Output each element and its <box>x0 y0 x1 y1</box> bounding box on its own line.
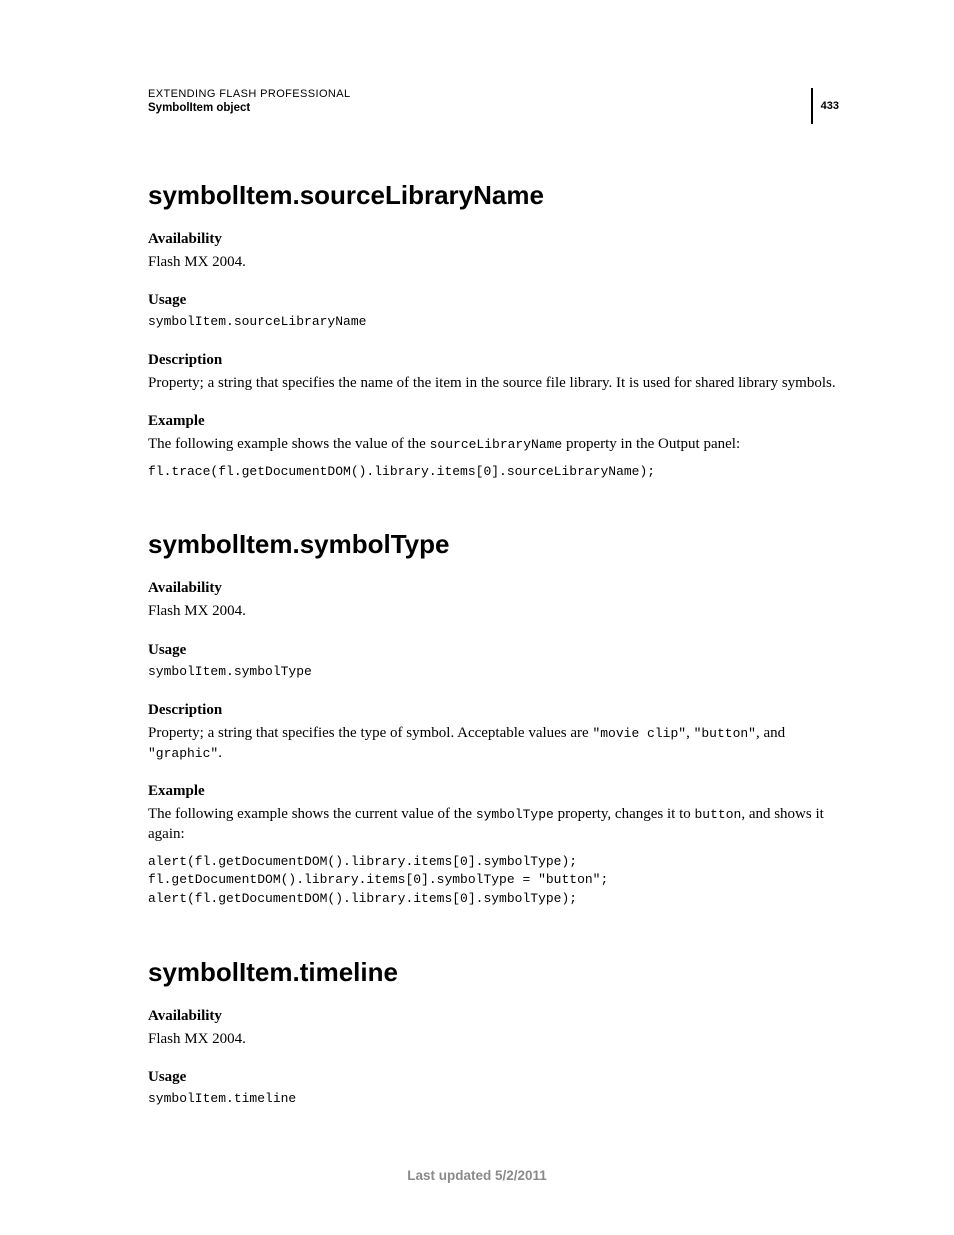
example-intro-post: property in the Output panel: <box>562 436 740 452</box>
desc-mid: , <box>686 725 694 741</box>
document-page: EXTENDING FLASH PROFESSIONAL SymbolItem … <box>0 0 954 1235</box>
example-intro-pre: The following example shows the current … <box>148 806 476 822</box>
page-header: EXTENDING FLASH PROFESSIONAL SymbolItem … <box>148 88 839 124</box>
desc-pre: Property; a string that specifies the ty… <box>148 725 592 741</box>
doc-title: EXTENDING FLASH PROFESSIONAL <box>148 88 351 100</box>
availability-label: Availability <box>148 580 839 597</box>
description-text: Property; a string that specifies the na… <box>148 373 839 393</box>
page-number-block: 433 <box>811 88 839 124</box>
inline-code: symbolType <box>476 807 554 822</box>
desc-mid: , and <box>756 725 785 741</box>
page-number: 433 <box>821 100 839 112</box>
description-text: Property; a string that specifies the ty… <box>148 723 839 764</box>
example-code: alert(fl.getDocumentDOM().library.items[… <box>148 853 839 910</box>
inline-code: button <box>695 807 742 822</box>
example-intro: The following example shows the current … <box>148 804 839 845</box>
header-left: EXTENDING FLASH PROFESSIONAL SymbolItem … <box>148 88 351 114</box>
usage-label: Usage <box>148 642 839 659</box>
inline-code: sourceLibraryName <box>430 437 563 452</box>
usage-code: symbolItem.timeline <box>148 1090 839 1109</box>
usage-code: symbolItem.sourceLibraryName <box>148 313 839 332</box>
page-footer: Last updated 5/2/2011 <box>0 1168 954 1183</box>
example-intro-pre: The following example shows the value of… <box>148 436 430 452</box>
example-code: fl.trace(fl.getDocumentDOM().library.ite… <box>148 463 839 482</box>
availability-label: Availability <box>148 231 839 248</box>
example-intro-mid: property, changes it to <box>554 806 695 822</box>
page-number-rule <box>811 88 813 124</box>
inline-code: "graphic" <box>148 746 218 761</box>
example-label: Example <box>148 413 839 430</box>
inline-code: "button" <box>694 726 756 741</box>
section-heading: symbolItem.timeline <box>148 957 839 988</box>
doc-subtitle: SymbolItem object <box>148 102 351 114</box>
example-intro: The following example shows the value of… <box>148 434 839 454</box>
example-label: Example <box>148 783 839 800</box>
availability-text: Flash MX 2004. <box>148 1029 839 1049</box>
description-label: Description <box>148 702 839 719</box>
usage-code: symbolItem.symbolType <box>148 663 839 682</box>
availability-label: Availability <box>148 1008 839 1025</box>
description-label: Description <box>148 352 839 369</box>
usage-label: Usage <box>148 1069 839 1086</box>
availability-text: Flash MX 2004. <box>148 252 839 272</box>
inline-code: "movie clip" <box>592 726 686 741</box>
desc-post: . <box>218 745 222 761</box>
section-heading: symbolItem.sourceLibraryName <box>148 180 839 211</box>
availability-text: Flash MX 2004. <box>148 601 839 621</box>
section-heading: symbolItem.symbolType <box>148 529 839 560</box>
usage-label: Usage <box>148 292 839 309</box>
